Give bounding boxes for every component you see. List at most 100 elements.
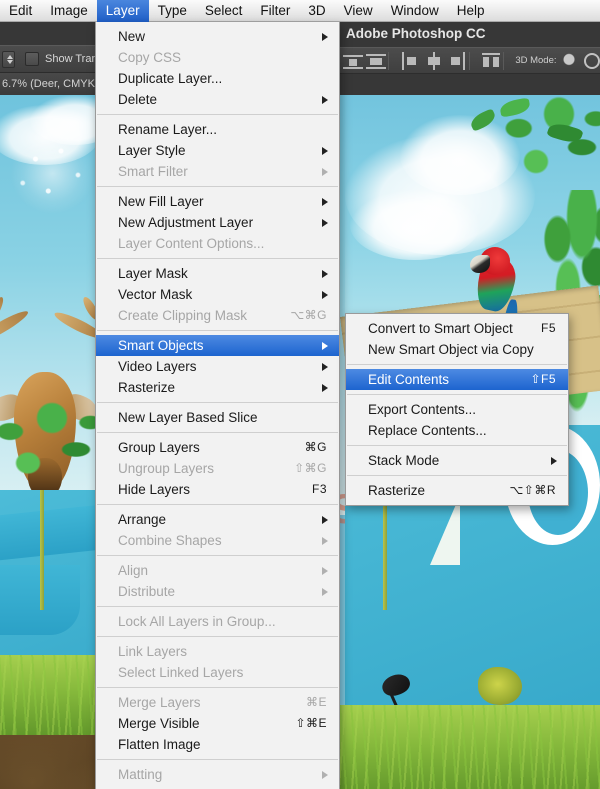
menu-item-label: New Adjustment Layer [118, 215, 254, 230]
3d-roll-icon[interactable] [583, 52, 600, 69]
menu-separator [347, 445, 567, 446]
layer-menu-item-smart-objects[interactable]: Smart Objects [96, 335, 339, 356]
menu-item-label: Create Clipping Mask [118, 308, 248, 323]
layer-menu-item-select-linked-layers: Select Linked Layers [96, 662, 339, 683]
value-stepper[interactable] [2, 50, 15, 68]
layer-menu-item-delete[interactable]: Delete [96, 89, 339, 110]
menu-item-label: Ungroup Layers [118, 461, 215, 476]
align-bottom-edges-icon[interactable] [366, 52, 387, 70]
layer-menu-item-align: Align [96, 560, 339, 581]
menu-item-label: Distribute [118, 584, 176, 599]
menu-item-label: Rename Layer... [118, 122, 218, 137]
layer-menu-item-rename-layer[interactable]: Rename Layer... [96, 119, 339, 140]
menu-separator [347, 475, 567, 476]
chevron-right-icon [322, 290, 328, 299]
layer-menu-item-new-fill-layer[interactable]: New Fill Layer [96, 191, 339, 212]
menu-item-label: Select Linked Layers [118, 665, 244, 680]
menu-item-label: New Fill Layer [118, 194, 204, 209]
layer-menu-item-copy-css: Copy CSS [96, 47, 339, 68]
menubar-item-select[interactable]: Select [196, 0, 252, 22]
chevron-right-icon [322, 566, 328, 575]
smart-objects-submenu-panel[interactable]: Convert to Smart Object F5 New Smart Objec… [345, 313, 569, 506]
menubar-item-window[interactable]: Window [382, 0, 448, 22]
layer-menu-item-layer-style[interactable]: Layer Style [96, 140, 339, 161]
menu-item-shortcut: ⌘E [305, 695, 327, 709]
menu-item-label: Combine Shapes [118, 533, 222, 548]
layer-menu-item-vector-mask[interactable]: Vector Mask [96, 284, 339, 305]
menu-item-label: Video Layers [118, 359, 197, 374]
layer-menu-panel[interactable]: New Copy CSS Duplicate Layer... Delete Renam… [95, 22, 340, 789]
layer-menu-item-hide-layers[interactable]: Hide Layers F3 [96, 479, 339, 500]
layer-menu-item-layer-content-options: Layer Content Options... [96, 233, 339, 254]
menu-item-label: Matting [118, 767, 163, 782]
menu-separator [97, 432, 338, 433]
layer-menu-item-group-layers[interactable]: Group Layers ⌘G [96, 437, 339, 458]
toolbar-divider [388, 51, 390, 70]
menu-item-label: Arrange [118, 512, 167, 527]
chevron-right-icon [322, 218, 328, 227]
distribute-icon[interactable] [481, 52, 501, 70]
chevron-right-icon [322, 269, 328, 278]
layer-menu-item-lock-all-layers-in-group: Lock All Layers in Group... [96, 611, 339, 632]
menu-item-label: Rasterize [368, 483, 426, 498]
smart-objects-item-new-smart-object-via-copy[interactable]: New Smart Object via Copy [346, 339, 568, 360]
menu-item-label: Copy CSS [118, 50, 182, 65]
smart-objects-item-stack-mode[interactable]: Stack Mode [346, 450, 568, 471]
layer-menu-item-flatten-image[interactable]: Flatten Image [96, 734, 339, 755]
menu-item-label: Smart Objects [118, 338, 204, 353]
chevron-right-icon [322, 515, 328, 524]
menubar-item-3d[interactable]: 3D [299, 0, 334, 22]
toolbar-divider-3 [503, 51, 505, 70]
layer-menu-item-new-layer-based-slice[interactable]: New Layer Based Slice [96, 407, 339, 428]
menu-separator [97, 504, 338, 505]
layer-menu-item-create-clipping-mask: Create Clipping Mask ⌥⌘G [96, 305, 339, 326]
menu-bar: Edit Image Layer Type Select Filter 3D V… [0, 0, 600, 22]
layer-menu-item-rasterize[interactable]: Rasterize [96, 377, 339, 398]
layer-menu-item-merge-visible[interactable]: Merge Visible ⇧⌘E [96, 713, 339, 734]
menu-item-label: Flatten Image [118, 737, 201, 752]
menu-separator [347, 364, 567, 365]
menu-item-label: New [118, 29, 146, 44]
menu-item-label: Layer Style [118, 143, 186, 158]
menubar-item-help[interactable]: Help [448, 0, 494, 22]
menubar-item-view[interactable]: View [335, 0, 382, 22]
menu-item-shortcut: ⌥⇧⌘R [509, 483, 556, 497]
smart-objects-item-convert-to-smart-object[interactable]: Convert to Smart Object F5 [346, 318, 568, 339]
layer-menu-item-video-layers[interactable]: Video Layers [96, 356, 339, 377]
show-transform-checkbox[interactable] [25, 52, 39, 66]
menubar-item-layer[interactable]: Layer [96, 0, 149, 22]
menu-item-shortcut: ⌥⌘G [290, 308, 327, 322]
layer-menu-item-new-adjustment-layer[interactable]: New Adjustment Layer [96, 212, 339, 233]
smart-objects-item-export-contents[interactable]: Export Contents... [346, 399, 568, 420]
menu-item-label: Rasterize [118, 380, 176, 395]
smart-objects-item-replace-contents[interactable]: Replace Contents... [346, 420, 568, 441]
menubar-item-filter[interactable]: Filter [251, 0, 299, 22]
chevron-right-icon [322, 32, 328, 41]
chevron-right-icon [322, 341, 328, 350]
menu-item-shortcut: ⌘G [304, 440, 327, 454]
smart-objects-item-rasterize[interactable]: Rasterize ⌥⇧⌘R [346, 480, 568, 501]
align-top-edges-icon[interactable] [343, 52, 363, 70]
photoshop-window: JULY BIG STYLES [0, 0, 600, 789]
3d-orbit-icon[interactable] [562, 52, 578, 69]
chevron-right-icon [322, 197, 328, 206]
chevron-right-icon [322, 95, 328, 104]
menu-separator [97, 186, 338, 187]
layer-menu-item-arrange[interactable]: Arrange [96, 509, 339, 530]
menubar-item-edit[interactable]: Edit [0, 0, 41, 22]
layer-menu-item-duplicate-layer[interactable]: Duplicate Layer... [96, 68, 339, 89]
align-horizontal-centers-icon[interactable] [424, 51, 441, 70]
align-right-edges-icon[interactable] [447, 51, 465, 70]
menubar-item-image[interactable]: Image [41, 0, 97, 22]
menu-separator [97, 114, 338, 115]
layer-menu-item-distribute: Distribute [96, 581, 339, 602]
smart-objects-item-edit-contents[interactable]: Edit Contents ⇧F5 [346, 369, 568, 390]
menu-separator [97, 330, 338, 331]
layer-menu-item-merge-layers: Merge Layers ⌘E [96, 692, 339, 713]
layer-menu-item-new[interactable]: New [96, 26, 339, 47]
layer-menu-item-layer-mask[interactable]: Layer Mask [96, 263, 339, 284]
align-left-edges-icon[interactable] [400, 51, 417, 70]
menubar-item-type[interactable]: Type [149, 0, 196, 22]
chevron-right-icon [322, 536, 328, 545]
menu-item-label: Merge Layers [118, 695, 201, 710]
